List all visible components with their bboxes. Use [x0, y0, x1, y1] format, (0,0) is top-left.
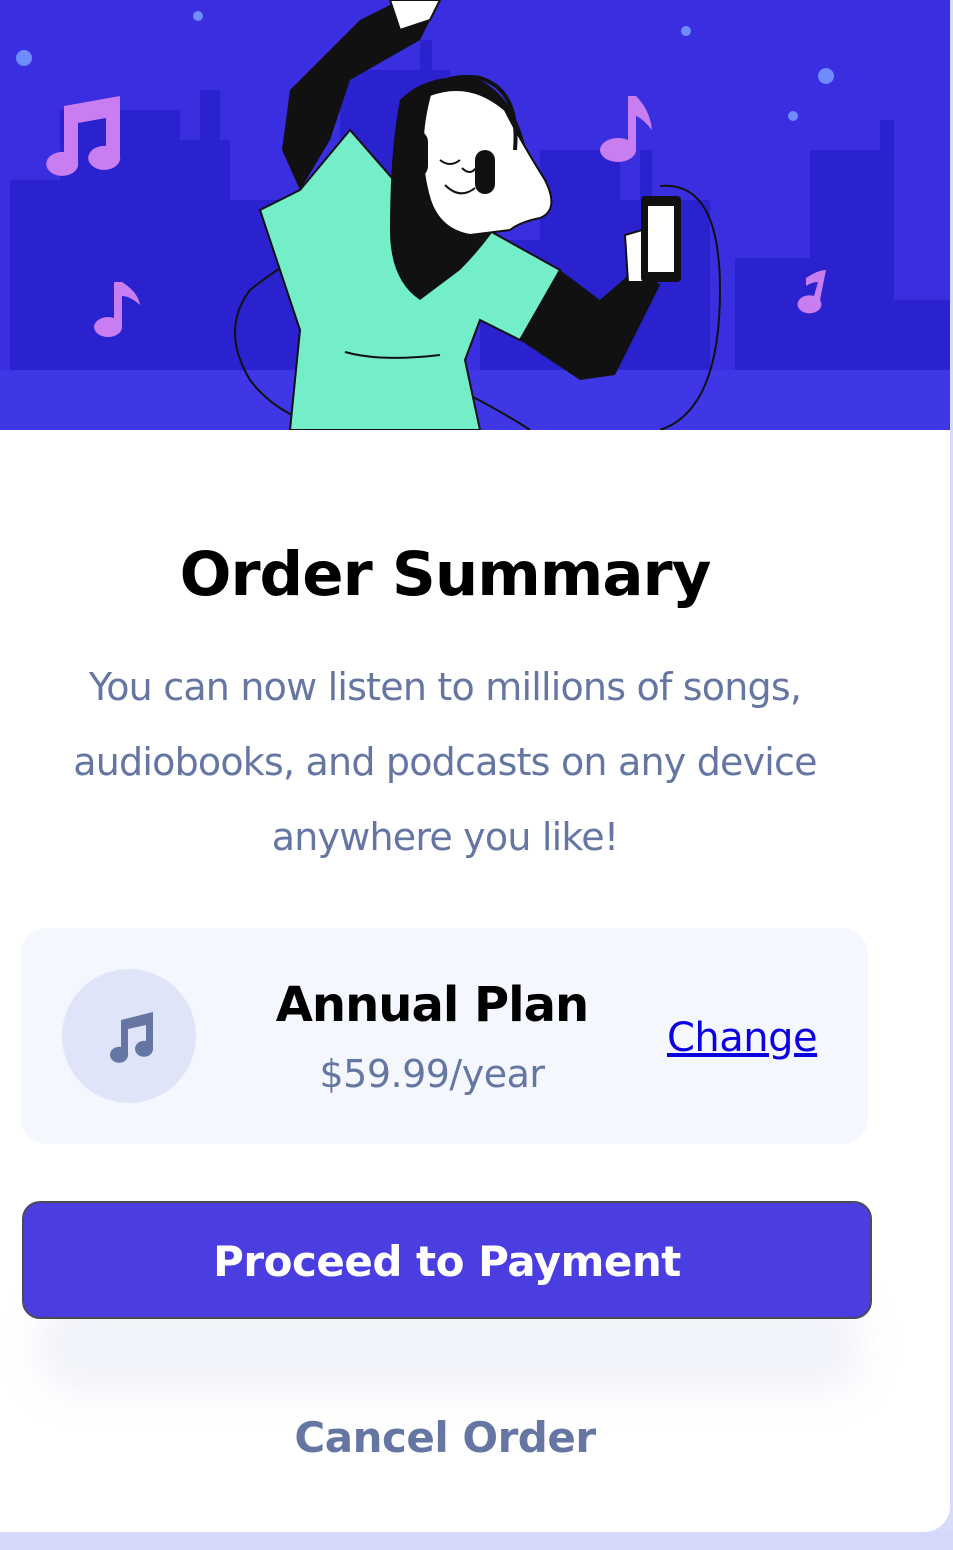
background-strip	[0, 1532, 953, 1550]
hero-illustration	[0, 0, 950, 430]
page-title: Order Summary	[179, 539, 712, 610]
change-plan-link[interactable]: Change	[667, 1011, 818, 1065]
proceed-to-payment-button[interactable]: Proceed to Payment	[22, 1201, 872, 1319]
plan-name: Annual Plan	[275, 977, 589, 1033]
order-description: You can now listen to millions of songs,…	[73, 665, 817, 859]
order-summary-card: Order Summary You can now listen to mill…	[0, 0, 950, 1532]
plan-price: $59.99/year	[319, 1052, 545, 1096]
cancel-order-button[interactable]: Cancel Order	[0, 1408, 890, 1468]
music-note-icon	[62, 969, 196, 1103]
plan-summary: Annual Plan $59.99/year Change	[21, 928, 868, 1144]
